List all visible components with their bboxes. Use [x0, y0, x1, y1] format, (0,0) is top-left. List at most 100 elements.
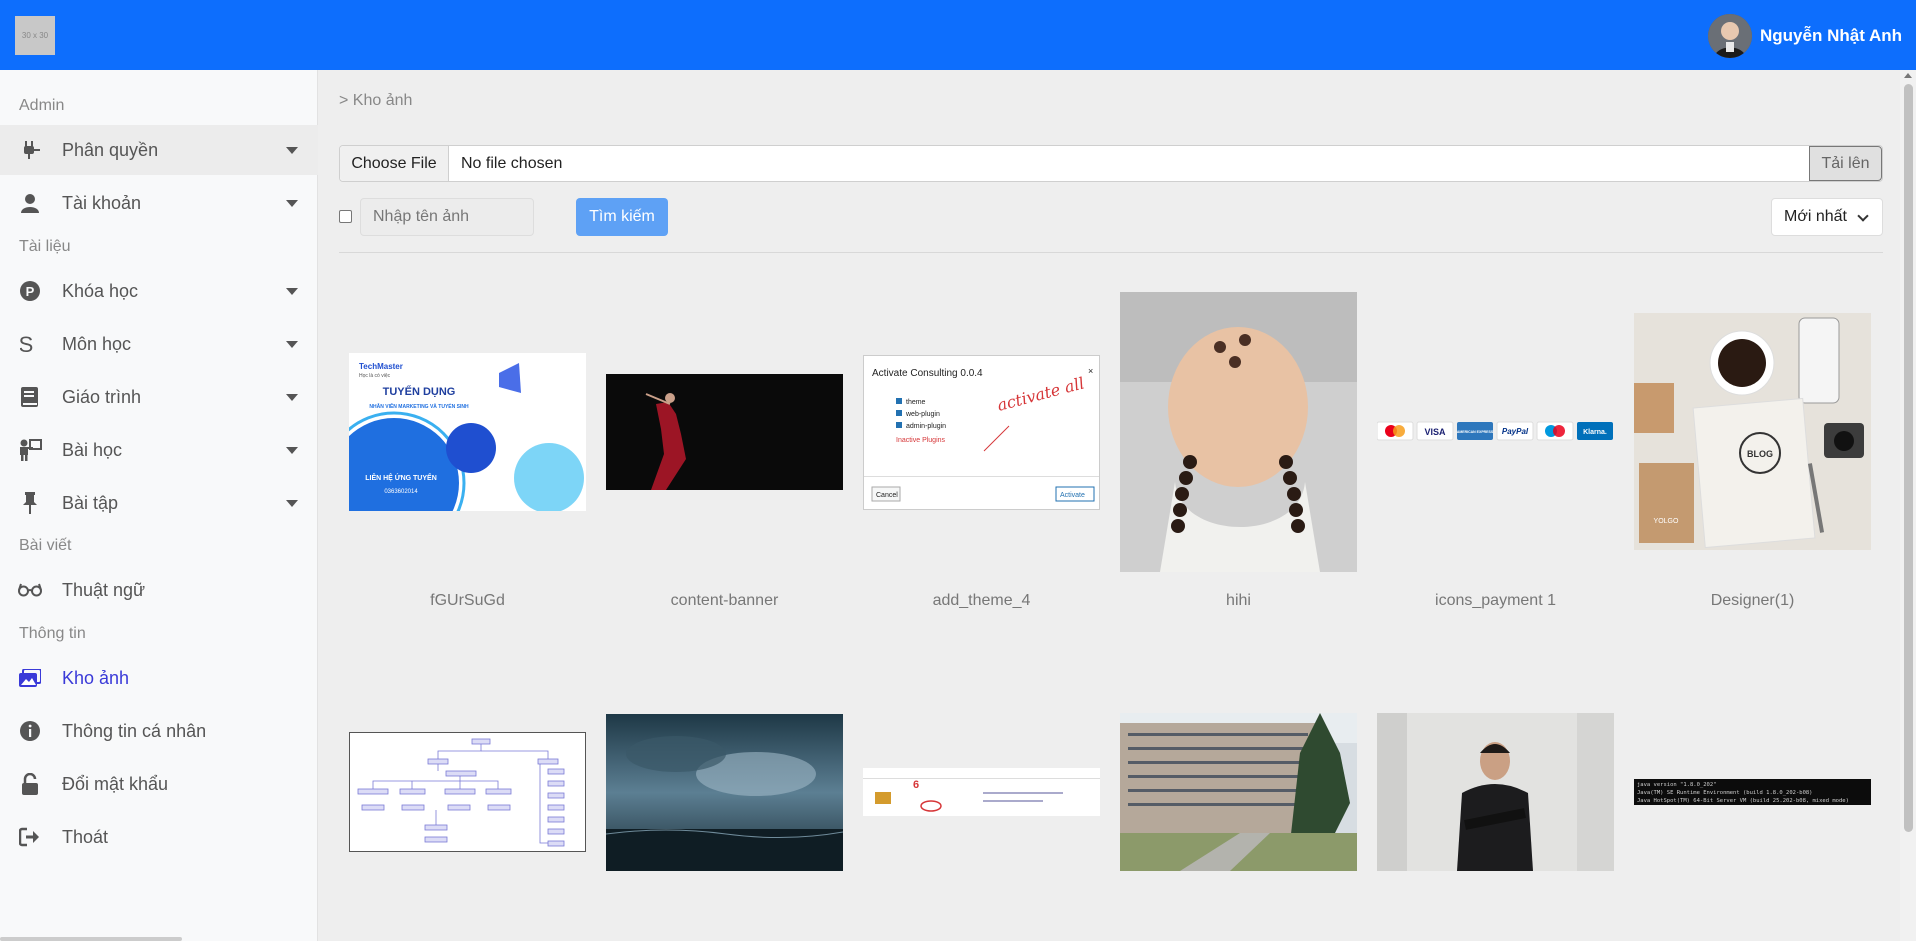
- search-button[interactable]: Tìm kiếm: [576, 198, 668, 236]
- image-thumbnail[interactable]: [606, 714, 843, 871]
- unlock-icon: [18, 772, 42, 796]
- choose-file-button[interactable]: Choose File: [340, 146, 449, 181]
- payment-klarna: Klarna.: [1583, 429, 1607, 436]
- chevron-down-icon: [286, 340, 298, 348]
- sidebar-section-documents: Tài liệu: [19, 238, 71, 255]
- gallery-card[interactable]: Activate Consulting 0.0.4 × theme web-pl…: [863, 280, 1100, 620]
- logo[interactable]: 30 x 30: [15, 16, 55, 55]
- sidebar-item-exercises[interactable]: Bài tập: [0, 478, 318, 528]
- image-thumbnail[interactable]: Activate Consulting 0.0.4 × theme web-pl…: [863, 355, 1100, 510]
- image-thumbnail[interactable]: TechMaster Học là có việc TUYỂN DỤNG NHÂ…: [349, 353, 586, 511]
- chevron-down-icon: [286, 199, 298, 207]
- sidebar-item-curriculum[interactable]: Giáo trình: [0, 372, 318, 422]
- user-menu[interactable]: Nguyễn Nhật Anh: [1708, 14, 1902, 58]
- gallery-card[interactable]: [1377, 700, 1614, 880]
- select-all-checkbox[interactable]: [339, 210, 352, 223]
- sidebar-item-label: Thoát: [62, 826, 109, 847]
- techmaster-sub: NHÂN VIÊN MARKETING VÀ TUYỂN SINH: [369, 402, 469, 410]
- image-caption: add_theme_4: [932, 592, 1031, 609]
- sidebar-item-profile[interactable]: Thông tin cá nhân: [0, 706, 318, 756]
- image-thumbnail[interactable]: BLOG YOLGO: [1634, 313, 1871, 550]
- image-thumbnail[interactable]: [606, 374, 843, 490]
- sidebar-item-label: Giáo trình: [62, 386, 142, 407]
- yolgo-label: YOLGO: [1654, 518, 1679, 525]
- info-circle-icon: [18, 719, 42, 743]
- avatar[interactable]: [1708, 14, 1753, 58]
- upload-button[interactable]: Tải lên: [1809, 146, 1882, 181]
- gallery-card[interactable]: VISA AMERICAN EXPRESS PayPal Klarna. ico…: [1377, 280, 1614, 620]
- book-icon: [18, 385, 42, 409]
- gallery-card[interactable]: 6: [863, 700, 1100, 880]
- sidebar-section-posts: Bài viết: [19, 537, 72, 554]
- user-icon: [18, 191, 42, 215]
- console-line: java version "1.8.0_202": [1637, 782, 1716, 788]
- images-icon: [18, 666, 42, 690]
- divider: [339, 252, 1883, 253]
- sidebar: Admin Phân quyền Tài khoản Tài liệu P Kh…: [0, 70, 318, 941]
- sidebar-item-subjects[interactable]: S Môn học: [0, 319, 318, 369]
- chevron-down-icon: [286, 393, 298, 401]
- image-thumbnail[interactable]: [1120, 292, 1357, 572]
- gallery-card[interactable]: content-banner: [606, 280, 843, 620]
- svg-text:P: P: [26, 284, 35, 299]
- sidebar-item-label: Thuật ngữ: [62, 579, 146, 600]
- sort-select[interactable]: Mới nhất: [1771, 198, 1883, 236]
- sidebar-item-glossary[interactable]: Thuật ngữ: [0, 565, 318, 615]
- chevron-down-icon: [1857, 210, 1869, 222]
- image-thumbnail[interactable]: [1377, 713, 1614, 871]
- search-row: Nhập tên ảnh Tìm kiếm Mới nhất: [339, 198, 1883, 236]
- plugin-inactive: Inactive Plugins: [896, 437, 946, 444]
- image-thumbnail[interactable]: [349, 732, 586, 852]
- sidebar-item-change-password[interactable]: Đổi mật khẩu: [0, 759, 318, 809]
- sidebar-item-courses[interactable]: P Khóa học: [0, 266, 318, 316]
- image-caption: hihi: [1226, 592, 1251, 609]
- gallery-card[interactable]: hihi: [1120, 280, 1357, 620]
- plugin-option: theme: [906, 399, 926, 406]
- scrollbar-thumb[interactable]: [1904, 84, 1913, 832]
- top-header: 30 x 30 Nguyễn Nhật Anh: [0, 0, 1916, 70]
- sidebar-item-label: Khóa học: [62, 280, 139, 301]
- page-scrollbar[interactable]: [1900, 70, 1916, 941]
- sidebar-item-label: Tài khoản: [62, 192, 142, 213]
- plugin-activate: Activate: [1060, 492, 1085, 499]
- file-upload-row: Choose File No file chosen Tải lên: [339, 145, 1883, 182]
- sidebar-item-accounts[interactable]: Tài khoản: [0, 178, 318, 228]
- gallery-card[interactable]: [606, 700, 843, 880]
- techmaster-title: TUYỂN DỤNG: [383, 385, 456, 398]
- sidebar-section-admin: Admin: [19, 97, 65, 114]
- sidebar-item-logout[interactable]: Thoát: [0, 812, 318, 862]
- search-input[interactable]: Nhập tên ảnh: [360, 198, 534, 236]
- sidebar-item-gallery[interactable]: Kho ảnh: [0, 653, 318, 703]
- glasses-icon: [18, 578, 42, 602]
- chevron-down-icon: [286, 446, 298, 454]
- product-hunt-icon: P: [18, 279, 42, 303]
- image-thumbnail[interactable]: java version "1.8.0_202" Java(TM) SE Run…: [1634, 779, 1871, 805]
- gallery-card[interactable]: [349, 700, 586, 880]
- image-caption: icons_payment 1: [1435, 592, 1556, 609]
- user-name[interactable]: Nguyễn Nhật Anh: [1760, 26, 1902, 46]
- gallery-card[interactable]: TechMaster Học là có việc TUYỂN DỤNG NHÂ…: [349, 280, 586, 620]
- sidebar-scrollbar[interactable]: [0, 937, 182, 941]
- breadcrumb: > Kho ảnh: [339, 92, 413, 109]
- sidebar-item-label: Bài tập: [62, 492, 119, 513]
- gallery-card[interactable]: java version "1.8.0_202" Java(TM) SE Run…: [1634, 700, 1871, 880]
- image-caption: fGUrSuGd: [430, 592, 505, 609]
- blog-stamp: BLOG: [1747, 449, 1773, 459]
- image-thumbnail[interactable]: [1120, 713, 1357, 871]
- file-status: No file chosen: [461, 154, 563, 172]
- sidebar-item-lessons[interactable]: Bài học: [0, 425, 318, 475]
- scroll-up-arrow-icon[interactable]: [1904, 73, 1912, 78]
- sidebar-item-label: Thông tin cá nhân: [62, 720, 207, 741]
- gallery-card[interactable]: BLOG YOLGO Designer(1): [1634, 280, 1871, 620]
- gallery-card[interactable]: [1120, 700, 1357, 880]
- image-thumbnail[interactable]: VISA AMERICAN EXPRESS PayPal Klarna.: [1377, 421, 1614, 441]
- sidebar-item-permissions[interactable]: Phân quyền: [0, 125, 318, 175]
- console-line: Java HotSpot(TM) 64-Bit Server VM (build…: [1637, 798, 1849, 804]
- sidebar-item-label: Đổi mật khẩu: [62, 773, 169, 794]
- sidebar-item-label: Phân quyền: [62, 139, 159, 160]
- image-caption: content-banner: [670, 592, 779, 609]
- chevron-down-icon: [286, 146, 298, 154]
- image-thumbnail[interactable]: 6: [863, 768, 1100, 816]
- console-line: Java(TM) SE Runtime Environment (build 1…: [1637, 790, 1813, 796]
- sidebar-item-label: Bài học: [62, 439, 123, 460]
